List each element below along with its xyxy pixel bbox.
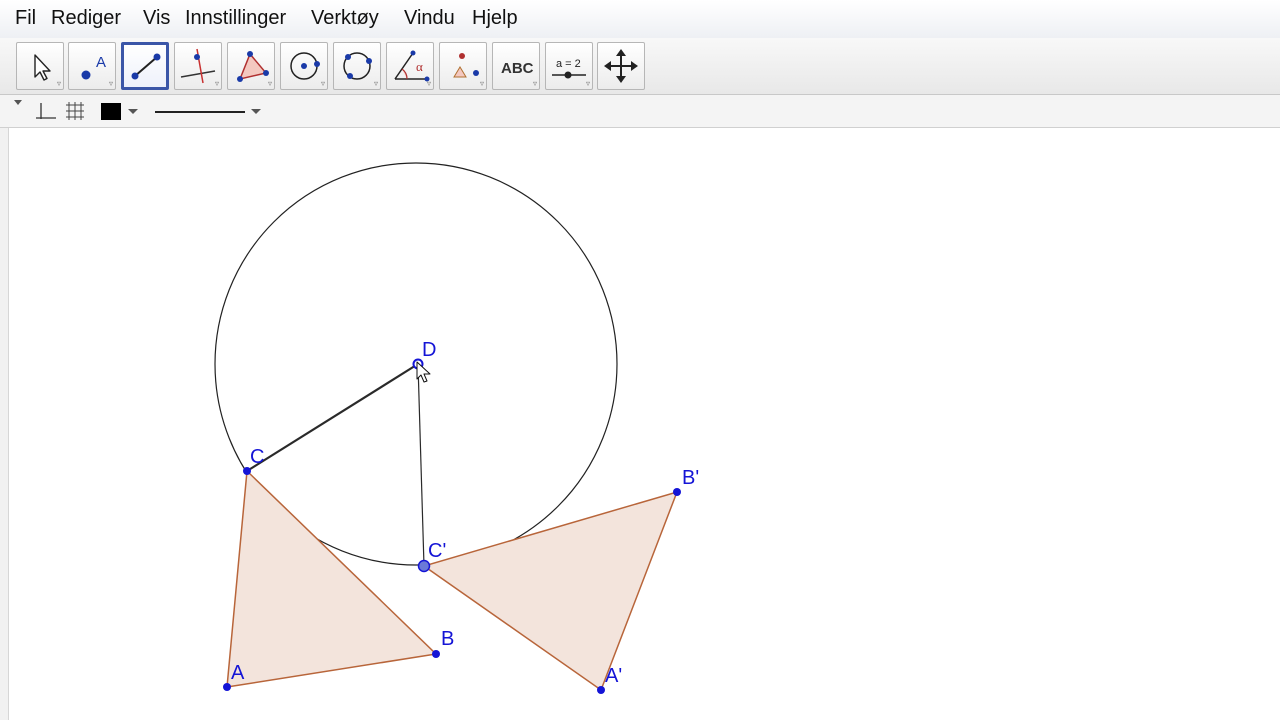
point-A[interactable] — [223, 683, 231, 691]
slider-tool-text: a = 2 — [556, 58, 581, 70]
text-tool-text: ABC — [501, 60, 534, 77]
label-C-prime: C' — [428, 540, 446, 562]
circle-three-points-tool[interactable]: ▿ — [333, 42, 381, 90]
menu-innstillinger[interactable]: Innstillinger — [185, 7, 286, 30]
tool-bar: ▿ A ▿ ▿ ▿ ▿ ▿ α ▿ ▿ ABC ▿ a = 2 ▿ — [0, 38, 1280, 95]
label-A: A — [231, 662, 245, 684]
triangle-ABC[interactable] — [226, 469, 438, 688]
grid-icon[interactable] — [66, 102, 84, 120]
reflect-tool[interactable]: ▿ — [439, 42, 487, 90]
menu-vindu[interactable]: Vindu — [404, 7, 455, 30]
menu-bar: Fil Rediger Vis Innstillinger Verktøy Vi… — [0, 0, 1280, 39]
move-view-icon — [604, 49, 638, 83]
slider-tool[interactable]: a = 2 ▿ — [545, 42, 593, 90]
move-graphics-view-tool[interactable] — [597, 42, 645, 90]
line-style-dropdown-icon[interactable] — [251, 109, 261, 114]
point-C[interactable] — [243, 467, 251, 475]
point-tool-text: A — [96, 54, 106, 71]
label-B: B — [441, 628, 454, 650]
menu-rediger[interactable]: Rediger — [51, 7, 121, 30]
style-bar — [0, 95, 1280, 128]
label-C: C — [250, 446, 264, 468]
menu-hjelp[interactable]: Hjelp — [472, 7, 518, 30]
stylebar-toggle-icon[interactable] — [14, 100, 22, 105]
polygon-tool[interactable]: ▿ — [227, 42, 275, 90]
menu-vis[interactable]: Vis — [143, 7, 170, 30]
triangle-A-prime-B-prime-C-prime[interactable] — [422, 490, 679, 692]
angle-tool[interactable]: α ▿ — [386, 42, 434, 90]
point-B[interactable] — [432, 650, 440, 658]
segment-tool[interactable] — [121, 42, 169, 90]
axes-icon[interactable] — [36, 103, 56, 119]
perpendicular-line-tool[interactable]: ▿ — [174, 42, 222, 90]
point-tool[interactable]: A ▿ — [68, 42, 116, 90]
angle-tool-text: α — [416, 59, 423, 74]
move-tool[interactable]: ▿ — [16, 42, 64, 90]
color-dropdown-icon[interactable] — [128, 109, 138, 114]
graphics-view[interactable]: A B C D A' B' C' — [0, 128, 1280, 720]
label-D: D — [422, 339, 436, 361]
circle-center-point-tool[interactable]: ▿ — [280, 42, 328, 90]
segment-CD[interactable] — [246, 363, 419, 472]
segment-DC-prime[interactable] — [417, 363, 425, 567]
menu-verktoy[interactable]: Verktøy — [311, 7, 379, 30]
text-tool[interactable]: ABC ▿ — [492, 42, 540, 90]
label-B-prime: B' — [682, 467, 699, 489]
label-A-prime: A' — [605, 665, 622, 687]
menu-fil[interactable]: Fil — [15, 7, 36, 30]
color-swatch[interactable] — [101, 103, 121, 120]
point-A-prime[interactable] — [597, 686, 605, 694]
point-B-prime[interactable] — [673, 488, 681, 496]
point-C-prime[interactable] — [417, 559, 431, 573]
line-through-two-points-icon — [131, 53, 161, 80]
